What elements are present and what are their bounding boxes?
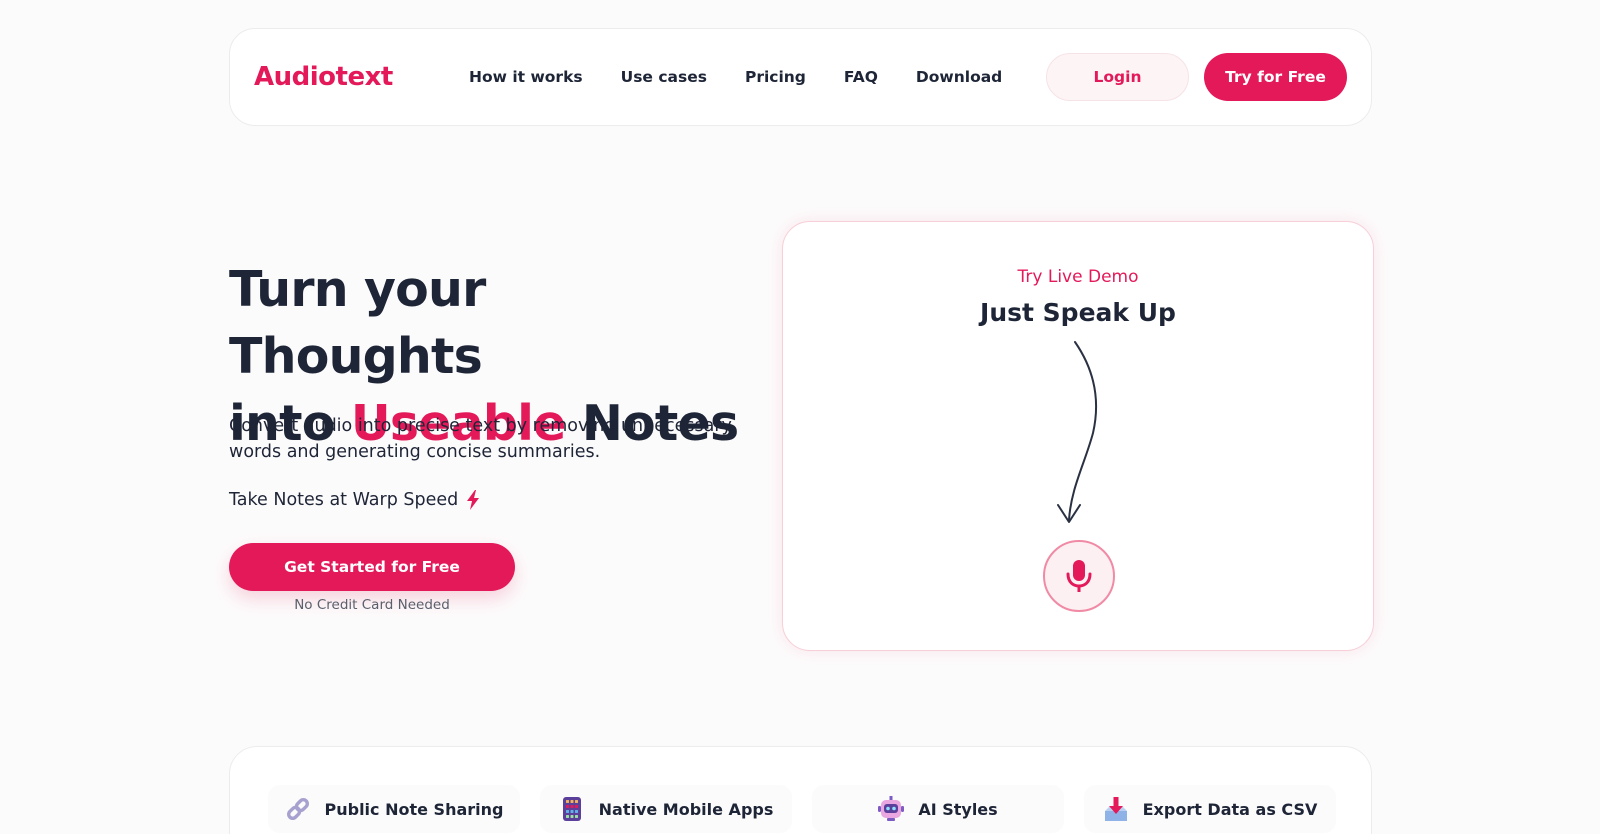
features-strip: Public Note Sharing Native Mobile Apps A… xyxy=(229,746,1372,834)
feature-label: AI Styles xyxy=(918,799,998,819)
feature-public-note-sharing: Public Note Sharing xyxy=(268,785,520,833)
link-icon xyxy=(286,797,309,821)
nav-link-pricing[interactable]: Pricing xyxy=(745,68,806,86)
no-credit-card-note: No Credit Card Needed xyxy=(294,597,450,613)
live-demo-card: Try Live Demo Just Speak Up xyxy=(782,221,1374,651)
feature-export-data-csv: Export Data as CSV xyxy=(1084,785,1336,833)
warp-speed-tagline: Take Notes at Warp Speed xyxy=(229,490,480,510)
feature-label: Native Mobile Apps xyxy=(598,799,774,819)
microphone-icon xyxy=(1066,560,1092,592)
record-microphone-button[interactable] xyxy=(1043,540,1115,612)
logo[interactable]: Audiotext xyxy=(254,62,469,92)
mobile-app-icon xyxy=(562,797,581,821)
feature-label: Export Data as CSV xyxy=(1142,799,1318,819)
hero-subtitle: Convert audio into precise text by remov… xyxy=(229,416,732,462)
nav-actions: Login Try for Free xyxy=(1046,53,1347,101)
nav-link-faq[interactable]: FAQ xyxy=(844,68,878,86)
hand-drawn-arrow-icon xyxy=(1057,341,1098,523)
lightning-icon xyxy=(467,490,480,510)
feature-ai-styles: AI Styles xyxy=(812,785,1064,833)
hero-title-line1: Turn your Thoughts xyxy=(229,261,486,385)
robot-icon xyxy=(878,796,905,821)
nav-link-how-it-works[interactable]: How it works xyxy=(469,68,583,86)
feature-native-mobile-apps: Native Mobile Apps xyxy=(540,785,792,833)
demo-title: Just Speak Up xyxy=(980,298,1176,327)
get-started-button[interactable]: Get Started for Free xyxy=(229,543,515,591)
demo-kicker: Try Live Demo xyxy=(1017,267,1139,287)
top-nav: Audiotext How it works Use cases Pricing… xyxy=(229,28,1372,126)
login-button[interactable]: Login xyxy=(1046,53,1189,101)
try-for-free-button[interactable]: Try for Free xyxy=(1204,53,1347,101)
nav-links: How it works Use cases Pricing FAQ Downl… xyxy=(469,68,1002,86)
export-icon xyxy=(1104,797,1127,821)
feature-label: Public Note Sharing xyxy=(324,799,504,819)
landing-page: Audiotext How it works Use cases Pricing… xyxy=(0,0,1600,834)
nav-link-download[interactable]: Download xyxy=(916,68,1002,86)
warp-speed-text: Take Notes at Warp Speed xyxy=(229,490,459,510)
nav-link-use-cases[interactable]: Use cases xyxy=(621,68,707,86)
